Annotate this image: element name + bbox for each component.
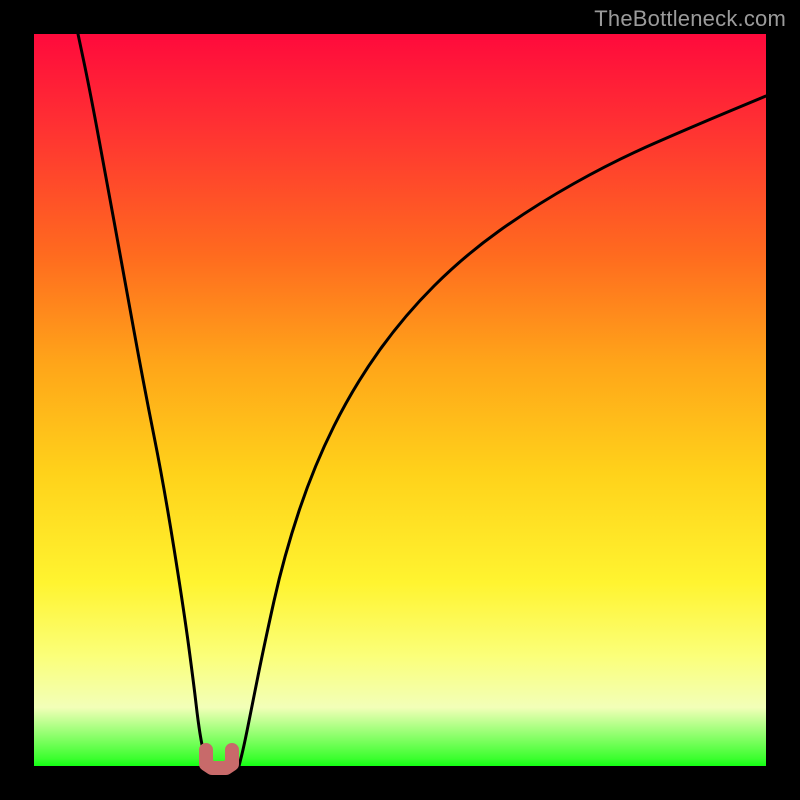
trough-u-marker [206, 750, 232, 768]
watermark-text: TheBottleneck.com [594, 6, 786, 32]
plot-area [34, 34, 766, 766]
right-branch-line [239, 96, 766, 766]
curve-layer [34, 34, 766, 766]
left-branch-line [78, 34, 209, 766]
chart-frame: TheBottleneck.com [0, 0, 800, 800]
